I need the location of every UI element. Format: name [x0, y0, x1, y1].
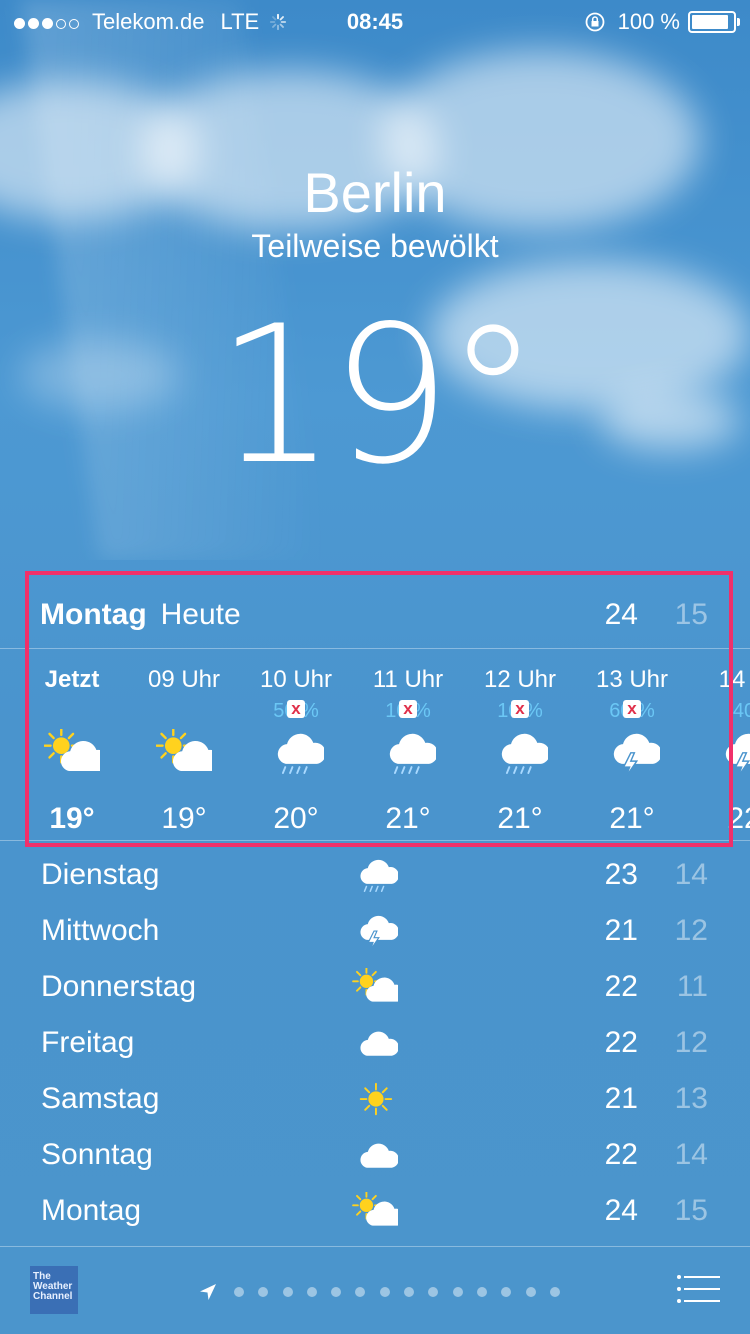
page-indicator[interactable]	[198, 1282, 574, 1302]
daily-low: 11	[676, 970, 708, 1003]
daily-row: Montag 24 15	[0, 1184, 750, 1240]
cloud-icon	[352, 1024, 399, 1064]
page-dot[interactable]	[379, 1287, 390, 1297]
daily-day-name: Donnerstag	[41, 970, 197, 1003]
daily-high: 22	[604, 1026, 638, 1059]
page-dot[interactable]	[355, 1287, 366, 1297]
page-dot[interactable]	[404, 1287, 415, 1297]
daily-row: Freitag 22 12	[0, 1016, 750, 1072]
daily-day-name: Montag	[41, 1194, 142, 1227]
city-name: Berlin	[303, 161, 447, 224]
battery-percent: 100 %	[617, 9, 680, 34]
daily-low: 14	[674, 1138, 708, 1171]
daily-row: Dienstag 23 14	[0, 848, 750, 904]
daily-high: 23	[604, 858, 638, 891]
daily-high: 22	[604, 1138, 638, 1171]
rain-cloud-icon	[352, 856, 399, 896]
city-list-icon[interactable]	[676, 1274, 720, 1304]
daily-high: 24	[604, 1194, 638, 1227]
daily-row: Sonntag 22 14	[0, 1128, 750, 1184]
partly-sunny-icon	[352, 967, 405, 1008]
partly-sunny-icon	[352, 1191, 405, 1232]
daily-day-name: Dienstag	[41, 858, 160, 891]
footer-bar: The Weather Channel	[0, 1246, 750, 1334]
weather-channel-logo[interactable]: The Weather Channel	[30, 1266, 78, 1314]
location-arrow-icon	[200, 1284, 216, 1300]
daily-day-name: Sonntag	[41, 1138, 153, 1171]
daily-forecast-list: Dienstag 23 14 Mittwoch 21 12 Donnerstag 2…	[0, 848, 750, 1240]
highlight-box	[25, 571, 733, 847]
daily-low: 12	[674, 914, 708, 947]
daily-low: 15	[674, 1194, 708, 1227]
daily-high: 21	[604, 914, 638, 947]
daily-day-name: Mittwoch	[41, 914, 160, 947]
page-dot[interactable]	[234, 1287, 244, 1297]
thunder-cloud-icon	[352, 912, 399, 952]
battery-icon	[688, 11, 740, 33]
weather-condition: Teilweise bewölkt	[251, 228, 499, 264]
cloud-icon	[352, 1136, 399, 1176]
daily-row: Donnerstag 22 11	[0, 960, 750, 1016]
status-bar: Telekom.de LTE 08:45 100 %	[0, 0, 750, 40]
page-dot[interactable]	[282, 1287, 293, 1297]
page-dot[interactable]	[452, 1287, 463, 1297]
page-dot[interactable]	[501, 1287, 512, 1297]
page-dot[interactable]	[331, 1287, 342, 1297]
page-dot[interactable]	[549, 1287, 560, 1297]
daily-low: 14	[674, 858, 708, 891]
page-dot[interactable]	[428, 1287, 439, 1297]
page-dot[interactable]	[306, 1287, 317, 1297]
sun-icon	[352, 1080, 398, 1120]
daily-day-name: Samstag	[41, 1082, 160, 1115]
daily-low: 12	[674, 1026, 708, 1059]
daily-row: Mittwoch 21 12	[0, 904, 750, 960]
daily-day-name: Freitag	[41, 1026, 135, 1059]
daily-low: 13	[674, 1082, 708, 1115]
daily-high: 21	[604, 1082, 638, 1115]
rotation-lock-icon	[585, 12, 605, 32]
page-dot[interactable]	[476, 1287, 487, 1297]
daily-high: 22	[604, 970, 638, 1003]
current-temperature: 19°	[215, 285, 541, 506]
page-dot[interactable]	[525, 1287, 536, 1297]
daily-row: Samstag 21 13	[0, 1072, 750, 1128]
page-dot[interactable]	[258, 1287, 269, 1297]
